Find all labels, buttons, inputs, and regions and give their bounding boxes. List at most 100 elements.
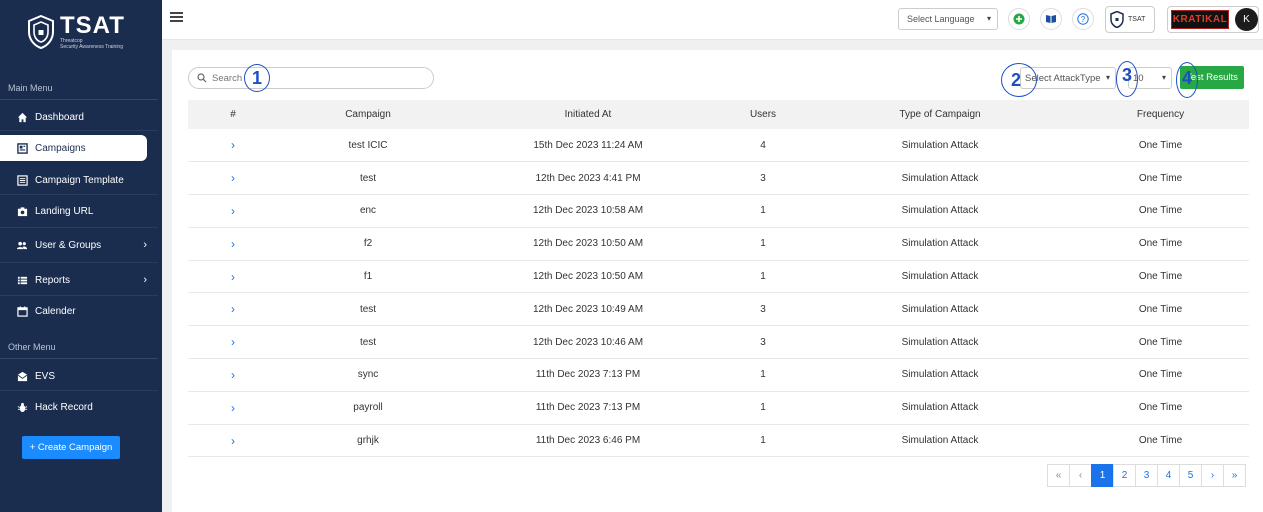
sidebar-item-evs[interactable]: EVS (0, 363, 147, 389)
tsat-logo[interactable]: TSAT Threatcop Security Awareness Traini… (28, 14, 125, 50)
divider (0, 295, 158, 296)
sidebar-item-calender[interactable]: Calender (0, 298, 147, 324)
cell-type: Simulation Attack (901, 402, 979, 414)
search-field[interactable] (188, 67, 434, 89)
tsat-chip-label: TSAT (1128, 16, 1146, 23)
sidebar-item-campaign-template[interactable]: Campaign Template (0, 167, 147, 193)
cell-initiated-at: 15th Dec 2023 11:24 AM (533, 139, 643, 151)
search-input[interactable] (212, 72, 412, 84)
sidebar-item-campaigns[interactable]: Campaigns (0, 135, 147, 161)
expand-row-icon[interactable]: › (188, 227, 278, 260)
add-icon[interactable] (1008, 8, 1030, 30)
expand-row-icon[interactable]: › (188, 260, 278, 293)
logo-subtitle-2: Security Awareness Training (60, 44, 123, 50)
cell-users: 3 (760, 172, 766, 184)
book-icon[interactable] (1040, 8, 1062, 30)
expand-row-icon[interactable]: › (188, 424, 278, 457)
table-header-row: # Campaign Initiated At Users Type of Ca… (188, 100, 1249, 129)
language-select-value: Select Language (907, 14, 975, 24)
mail-icon (16, 370, 28, 382)
sidebar-item-label: Campaigns (35, 142, 86, 154)
cell-frequency: One Time (1138, 303, 1183, 315)
table-row[interactable]: › f2 12th Dec 2023 10:50 AM 1 Simulation… (188, 227, 1249, 261)
cell-frequency: One Time (1138, 238, 1183, 250)
table-row[interactable]: › test 12th Dec 2023 4:41 PM 3 Simulatio… (188, 162, 1249, 195)
table-row[interactable]: › test 12th Dec 2023 10:46 AM 3 Simulati… (188, 326, 1249, 359)
table-row[interactable]: › test ICIC 15th Dec 2023 11:24 AM 4 Sim… (188, 129, 1249, 162)
chevron-down-icon: ▾ (1105, 73, 1110, 82)
help-icon[interactable]: ? (1072, 8, 1094, 30)
create-campaign-button[interactable]: + Create Campaign (22, 436, 120, 459)
sidebar-item-hack-record[interactable]: Hack Record (0, 394, 147, 420)
table-row[interactable]: › sync 11th Dec 2023 7:13 PM 1 Simulatio… (188, 359, 1249, 392)
sidebar-item-reports[interactable]: Reports › (0, 267, 147, 293)
expand-row-icon[interactable]: › (188, 195, 278, 228)
prev-page-button[interactable]: ‹ (1069, 464, 1092, 487)
expand-row-icon[interactable]: › (188, 359, 278, 392)
sidebar-item-label: Hack Record (35, 401, 93, 413)
sidebar-item-label: Reports (35, 274, 71, 286)
first-page-button[interactable]: « (1047, 464, 1070, 487)
table-row[interactable]: › grhjk 11th Dec 2023 6:46 PM 1 Simulati… (188, 424, 1249, 457)
cell-frequency: One Time (1138, 336, 1183, 348)
cell-type: Simulation Attack (901, 172, 979, 184)
account-menu[interactable]: KRATIKAL K (1167, 6, 1259, 33)
page-button-2[interactable]: 2 (1113, 464, 1136, 487)
next-page-button[interactable]: › (1201, 464, 1224, 487)
hamburger-menu-icon[interactable] (170, 12, 183, 22)
divider (0, 194, 158, 195)
cell-initiated-at: 11th Dec 2023 6:46 PM (535, 435, 641, 447)
table-row[interactable]: › test 12th Dec 2023 10:49 AM 3 Simulati… (188, 293, 1249, 326)
expand-row-icon[interactable]: › (188, 391, 278, 424)
cell-type: Simulation Attack (901, 303, 979, 315)
campaign-icon (16, 142, 28, 154)
expand-row-icon[interactable]: › (188, 293, 278, 326)
chevron-right-icon: › (143, 239, 147, 251)
language-select[interactable]: Select Language ▾ (898, 8, 998, 30)
page-button-5[interactable]: 5 (1179, 464, 1202, 487)
sidebar-item-user-groups[interactable]: User & Groups › (0, 232, 147, 258)
sidebar-item-label: Calender (35, 305, 76, 317)
cell-initiated-at: 12th Dec 2023 10:49 AM (532, 303, 644, 315)
sidebar-item-label: EVS (35, 370, 56, 382)
home-icon (16, 111, 28, 123)
chevron-right-icon: › (143, 274, 147, 286)
cell-users: 1 (760, 435, 766, 447)
sidebar-item-landing-url[interactable]: Landing URL (0, 198, 147, 224)
sidebar-item-dashboard[interactable]: Dashboard (0, 104, 147, 130)
expand-row-icon[interactable]: › (188, 326, 278, 359)
table-row[interactable]: › payroll 11th Dec 2023 7:13 PM 1 Simula… (188, 391, 1249, 425)
divider (0, 390, 158, 391)
cell-campaign: test ICIC (348, 139, 388, 151)
column-header: Initiated At (564, 109, 612, 120)
campaigns-table: # Campaign Initiated At Users Type of Ca… (188, 100, 1249, 457)
cell-initiated-at: 12th Dec 2023 10:58 AM (532, 205, 644, 217)
cell-users: 1 (760, 271, 766, 283)
page-button-1[interactable]: 1 (1091, 464, 1114, 487)
page-button-3[interactable]: 3 (1135, 464, 1158, 487)
other-menu-label: Other Menu (8, 342, 56, 352)
column-header: Type of Campaign (899, 109, 981, 120)
calendar-icon (16, 305, 28, 317)
cell-type: Simulation Attack (901, 139, 979, 151)
tsat-switch-button[interactable]: TSAT (1105, 6, 1155, 33)
cell-users: 4 (760, 139, 766, 151)
table-row[interactable]: › enc 12th Dec 2023 10:58 AM 1 Simulatio… (188, 195, 1249, 228)
avatar[interactable]: K (1235, 8, 1258, 31)
cell-users: 3 (760, 303, 766, 315)
cell-initiated-at: 12th Dec 2023 10:46 AM (532, 336, 644, 348)
last-page-button[interactable]: » (1223, 464, 1246, 487)
logo-title: TSAT (60, 12, 125, 39)
search-icon (197, 73, 207, 83)
template-icon (16, 174, 28, 186)
expand-row-icon[interactable]: › (188, 162, 278, 195)
users-icon (16, 239, 28, 251)
cell-campaign: test (359, 172, 377, 184)
cell-users: 1 (760, 369, 766, 381)
column-header: Users (749, 109, 777, 120)
cell-frequency: One Time (1138, 205, 1183, 217)
page-button-4[interactable]: 4 (1157, 464, 1180, 487)
expand-row-icon[interactable]: › (188, 129, 278, 162)
cell-users: 1 (760, 402, 766, 414)
table-row[interactable]: › f1 12th Dec 2023 10:50 AM 1 Simulation… (188, 260, 1249, 293)
